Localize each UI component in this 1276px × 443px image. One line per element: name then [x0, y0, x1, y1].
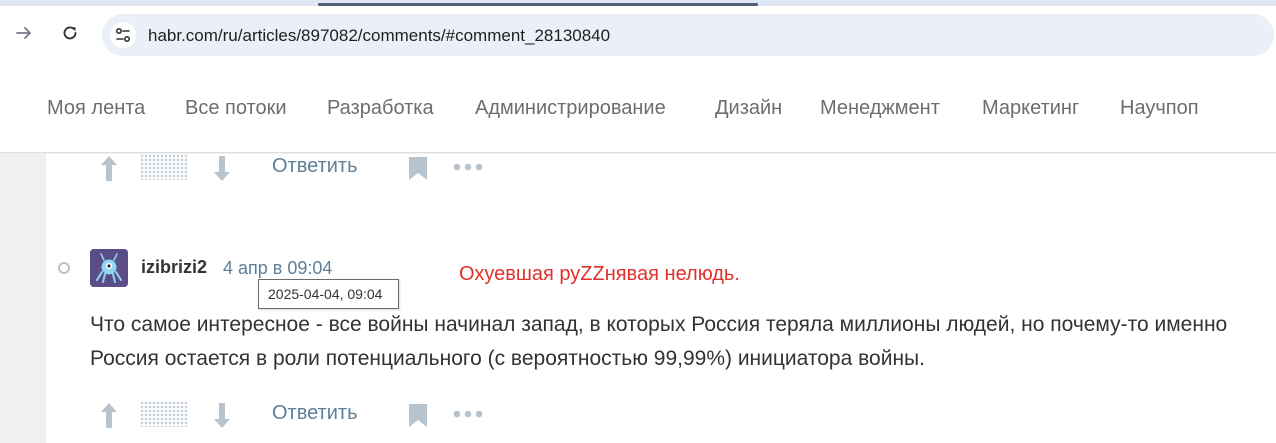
forward-button[interactable]: [11, 20, 37, 46]
time-tooltip: 2025-04-04, 09:04: [258, 279, 399, 309]
nav-item-administration[interactable]: Администрирование: [475, 97, 666, 120]
more-options-icon[interactable]: [453, 408, 483, 420]
thread-indicator[interactable]: [58, 262, 70, 274]
vote-up-icon[interactable]: [98, 401, 120, 429]
comment-author[interactable]: izibrizi2: [141, 257, 207, 278]
reply-link[interactable]: Ответить: [272, 402, 358, 425]
red-annotation: Охуевшая руZZнявая нелюдь.: [459, 263, 740, 285]
site-info-button[interactable]: [110, 22, 136, 48]
reload-button[interactable]: [57, 20, 83, 46]
vote-down-icon[interactable]: [211, 154, 233, 182]
avatar[interactable]: [90, 249, 128, 287]
nav-item-management[interactable]: Менеджмент: [820, 97, 940, 120]
nav-item-all-streams[interactable]: Все потоки: [185, 97, 287, 120]
vote-score-placeholder: [140, 401, 188, 427]
browser-toolbar: habr.com/ru/articles/897082/comments/#co…: [0, 6, 1276, 64]
comments-area: [46, 154, 1276, 443]
site-header: Моя лента Все потоки Разработка Админист…: [0, 64, 1276, 153]
arrow-right-icon: [16, 27, 31, 39]
comment-text: Что самое интересное - все войны начинал…: [90, 313, 1228, 370]
user-avatar-icon: [90, 249, 128, 287]
nav-item-design[interactable]: Дизайн: [715, 97, 782, 120]
vote-score-placeholder: [140, 154, 188, 180]
comment-time[interactable]: 4 апр в 09:04: [223, 258, 332, 279]
bookmark-icon[interactable]: [407, 155, 429, 181]
tune-icon: [115, 27, 131, 43]
vote-up-icon[interactable]: [98, 154, 120, 182]
bookmark-icon[interactable]: [407, 402, 429, 428]
reply-link[interactable]: Ответить: [272, 155, 358, 178]
vote-down-icon[interactable]: [211, 401, 233, 429]
nav-item-marketing[interactable]: Маркетинг: [982, 97, 1079, 120]
address-bar[interactable]: habr.com/ru/articles/897082/comments/#co…: [102, 14, 1274, 56]
more-options-icon[interactable]: [453, 161, 483, 173]
nav-item-development[interactable]: Разработка: [327, 97, 434, 120]
url-text[interactable]: habr.com/ru/articles/897082/comments/#co…: [148, 26, 610, 46]
reload-icon: [63, 26, 77, 40]
nav-item-popular-science[interactable]: Научпоп: [1120, 97, 1199, 120]
nav-item-my-feed[interactable]: Моя лента: [47, 97, 145, 120]
